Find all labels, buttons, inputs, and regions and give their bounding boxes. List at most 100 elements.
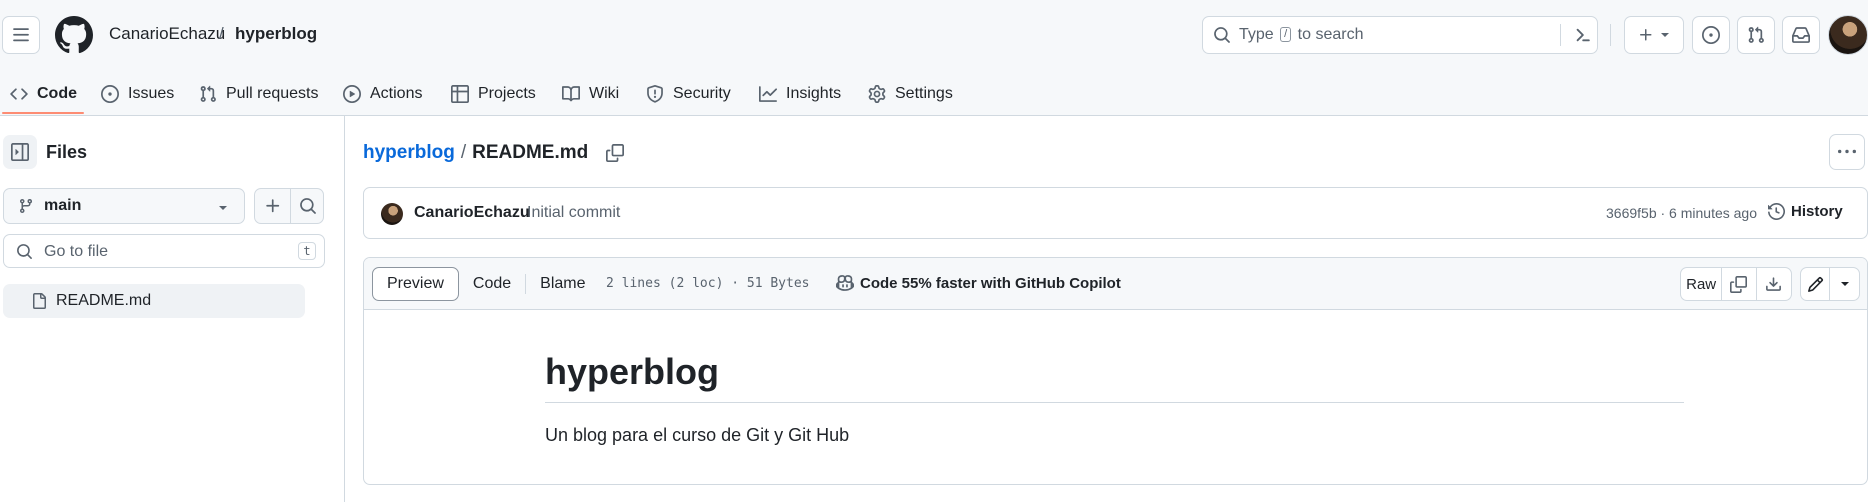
download-icon: [1766, 276, 1782, 291]
breadcrumb-repo-link[interactable]: hyperblog: [363, 142, 455, 164]
command-palette-icon[interactable]: [1571, 25, 1591, 45]
tab-label: Insights: [786, 85, 842, 102]
tab-issues[interactable]: Issues: [101, 80, 174, 108]
breadcrumb-file: README.md: [472, 142, 589, 163]
blame-tab[interactable]: Blame: [526, 267, 599, 301]
tab-pull-requests[interactable]: Pull requests: [199, 80, 319, 108]
your-pull-requests-button[interactable]: [1737, 16, 1775, 54]
sidebar-collapse-icon: [11, 143, 29, 161]
commit-author-link[interactable]: CanarioEchazu: [414, 204, 530, 222]
copy-raw-button[interactable]: [1722, 268, 1757, 300]
repo-header: CanarioEchazu / hyperblog Type / to sear…: [0, 0, 1868, 116]
commit-message[interactable]: Initial commit: [527, 204, 620, 222]
file-viewer: Preview Code Blame 2 lines (2 loc) · 51 …: [363, 257, 1868, 485]
history-button[interactable]: History: [1768, 203, 1843, 220]
active-tab-indicator: [2, 112, 84, 114]
tab-label: Issues: [128, 85, 175, 102]
file-icon: [33, 293, 46, 309]
readme-body: Un blog para el curso de Git y Git Hub: [545, 425, 850, 445]
search-icon: [1214, 27, 1230, 43]
history-label: History: [1791, 203, 1843, 220]
tab-projects[interactable]: Projects: [451, 80, 536, 108]
git-pull-request-icon: [200, 85, 216, 102]
kebab-horizontal-icon: [1838, 149, 1856, 154]
tab-insights[interactable]: Insights: [759, 80, 841, 108]
readme-heading: hyperblog: [545, 351, 720, 392]
copilot-promo-link[interactable]: Code 55% faster with GitHub Copilot: [836, 274, 1121, 292]
repo-link[interactable]: hyperblog: [235, 24, 317, 44]
tab-code[interactable]: Code: [10, 80, 77, 108]
user-avatar[interactable]: [1828, 15, 1868, 55]
file-viewer-header: Preview Code Blame 2 lines (2 loc) · 51 …: [364, 258, 1867, 310]
copy-icon[interactable]: [606, 144, 625, 162]
header-divider: [1610, 24, 1611, 46]
breadcrumb-separator: /: [219, 24, 224, 43]
caret-down-icon: [1840, 282, 1849, 286]
git-pull-request-icon: [1748, 26, 1764, 43]
owner-link[interactable]: CanarioEchazu: [109, 24, 225, 44]
search-divider: [1560, 24, 1561, 46]
branch-selector[interactable]: main: [3, 188, 245, 224]
create-new-button[interactable]: [1624, 16, 1684, 54]
inbox-button[interactable]: [1782, 16, 1820, 54]
view-mode-toggle: Preview Code Blame: [372, 267, 600, 301]
file-breadcrumb: hyperblog / README.md: [363, 142, 625, 164]
file-tree-item[interactable]: README.md: [3, 284, 305, 318]
code-icon: [10, 88, 28, 100]
preview-tab[interactable]: Preview: [372, 267, 459, 301]
add-file-icon[interactable]: [264, 197, 282, 215]
issue-opened-icon: [1702, 26, 1720, 44]
tab-label: Settings: [895, 85, 953, 102]
commit-sha-time[interactable]: 3669f5b · 6 minutes ago: [1606, 205, 1757, 221]
latest-commit-bar: CanarioEchazu Initial commit 3669f5b · 6…: [363, 187, 1868, 239]
gear-icon: [868, 85, 886, 103]
files-heading: Files: [46, 142, 88, 162]
inbox-icon: [1792, 27, 1810, 43]
copilot-icon: [836, 275, 854, 291]
pencil-icon: [1807, 276, 1823, 292]
your-issues-button[interactable]: [1692, 16, 1730, 54]
edit-actions-group: [1800, 267, 1860, 301]
caret-down-icon: [219, 206, 227, 210]
search-input[interactable]: Type / to search: [1202, 16, 1598, 54]
caret-down-icon: [1661, 33, 1669, 37]
commit-author-avatar[interactable]: [381, 203, 403, 225]
search-icon: [17, 244, 32, 259]
graph-icon: [759, 86, 777, 102]
shield-icon: [647, 85, 663, 103]
raw-button[interactable]: Raw: [1681, 268, 1723, 300]
download-button[interactable]: [1757, 268, 1791, 300]
shortcut-key: t: [298, 242, 316, 260]
plus-icon: [1640, 29, 1652, 41]
tab-settings[interactable]: Settings: [868, 80, 953, 108]
branch-name: main: [44, 197, 82, 214]
tab-wiki[interactable]: Wiki: [562, 80, 619, 108]
file-name: README.md: [56, 292, 152, 309]
tab-label: Security: [673, 85, 731, 102]
issue-opened-icon: [101, 85, 119, 103]
tab-label: Wiki: [589, 85, 620, 102]
raw-actions-group: Raw: [1680, 267, 1792, 301]
file-stats: 2 lines (2 loc) · 51 Bytes: [606, 276, 810, 291]
hamburger-icon: [13, 28, 29, 42]
copy-icon: [1730, 275, 1748, 293]
go-to-file-input[interactable]: Go to file t: [3, 234, 325, 268]
code-tab[interactable]: Code: [459, 267, 525, 301]
book-icon: [562, 86, 580, 102]
search-shortcut-key: /: [1280, 27, 1292, 42]
heading-rule: [545, 402, 1684, 403]
menu-button[interactable]: [2, 16, 40, 54]
repo-tabs: Code Issues Pull requests Actions Projec…: [0, 72, 1868, 116]
copilot-label: Code 55% faster with GitHub Copilot: [860, 274, 1121, 292]
edit-file-button[interactable]: [1801, 268, 1831, 300]
tab-label: Code: [37, 85, 77, 102]
tab-actions[interactable]: Actions: [343, 80, 422, 108]
github-logo-icon[interactable]: [55, 16, 93, 54]
tab-security[interactable]: Security: [646, 80, 731, 108]
more-options-button[interactable]: [1829, 134, 1865, 170]
search-icon[interactable]: [299, 197, 317, 215]
edit-options-dropdown[interactable]: [1830, 268, 1859, 300]
collapse-sidebar-button[interactable]: [3, 135, 37, 169]
go-to-file-placeholder: Go to file: [44, 243, 109, 260]
git-branch-icon: [19, 199, 32, 214]
